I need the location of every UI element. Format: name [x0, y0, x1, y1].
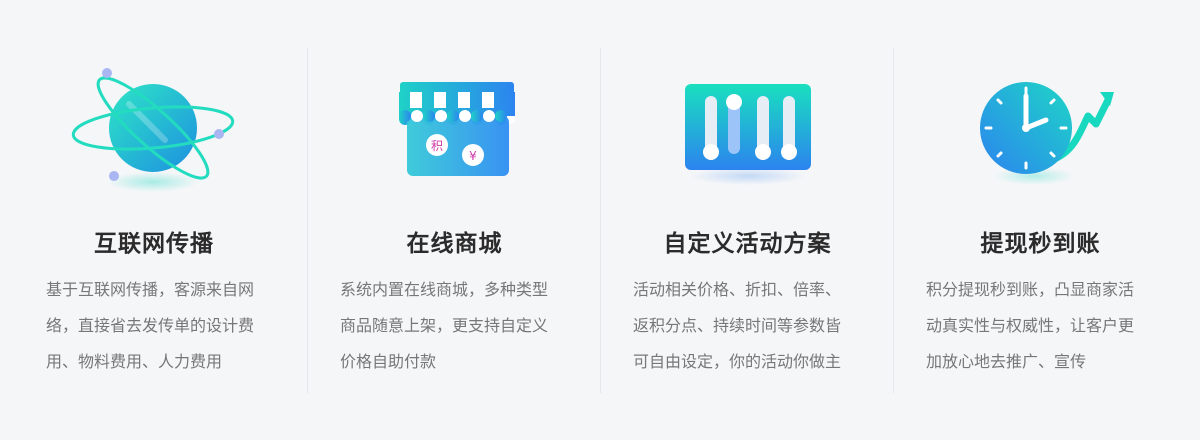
description-line: 加放心地去推广、宣传 — [926, 352, 1087, 371]
feature-title: 互联网传播 — [94, 231, 214, 257]
feature-description: 基于互联网传播，客源来自网 络，直接省去发传单的设计费 用、物料费用、人力费用 — [46, 272, 286, 380]
feature-description: 积分提现秒到账，凸显商家活 动真实性与权威性，让客户更 加放心地去推广、宣传 — [926, 272, 1166, 380]
coin-label-points: 积 — [430, 139, 442, 153]
description-line: 基于互联网传播，客源来自网 — [46, 280, 255, 299]
feature-card-store: 积 ¥ 在线商城 系统内置在线商城，多种类型 商品随意上架，更支持自定义 价格自… — [308, 0, 601, 440]
description-line: 络，直接省去发传单的设计费 — [46, 316, 255, 335]
description-line: 价格自助付款 — [340, 352, 437, 371]
features-panel: 互联网传播 基于互联网传播，客源来自网 络，直接省去发传单的设计费 用、物料费用… — [0, 0, 1200, 440]
description-line: 动真实性与权威性，让客户更 — [926, 316, 1135, 335]
description-line: 系统内置在线商城，多种类型 — [340, 280, 549, 299]
feature-title: 自定义活动方案 — [663, 231, 832, 257]
description-line: 可自由设定，你的活动你做主 — [633, 352, 842, 371]
coin-label-yuan: ¥ — [469, 149, 477, 163]
clock-arrow-icon — [956, 64, 1126, 194]
feature-card-withdraw: 提现秒到账 积分提现秒到账，凸显商家活 动真实性与权威性，让客户更 加放心地去推… — [894, 0, 1187, 440]
feature-description: 系统内置在线商城，多种类型 商品随意上架，更支持自定义 价格自助付款 — [340, 272, 580, 380]
description-line: 活动相关价格、折扣、倍率、 — [633, 280, 842, 299]
description-line: 返积分点、持续时间等参数皆 — [633, 316, 842, 335]
feature-title: 提现秒到账 — [980, 231, 1101, 257]
store-icon: 积 ¥ — [370, 64, 540, 194]
feature-card-internet: 互联网传播 基于互联网传播，客源来自网 络，直接省去发传单的设计费 用、物料费用… — [0, 0, 308, 440]
description-line: 积分提现秒到账，凸显商家活 — [926, 280, 1135, 299]
feature-description: 活动相关价格、折扣、倍率、 返积分点、持续时间等参数皆 可自由设定，你的活动你做… — [633, 272, 873, 380]
description-line: 用、物料费用、人力费用 — [46, 352, 223, 371]
globe-orbit-icon — [69, 64, 239, 194]
feature-title: 在线商城 — [406, 231, 503, 257]
description-line: 商品随意上架，更支持自定义 — [340, 316, 549, 335]
sliders-icon — [663, 64, 833, 194]
feature-card-custom-activity: 自定义活动方案 活动相关价格、折扣、倍率、 返积分点、持续时间等参数皆 可自由设… — [601, 0, 894, 440]
